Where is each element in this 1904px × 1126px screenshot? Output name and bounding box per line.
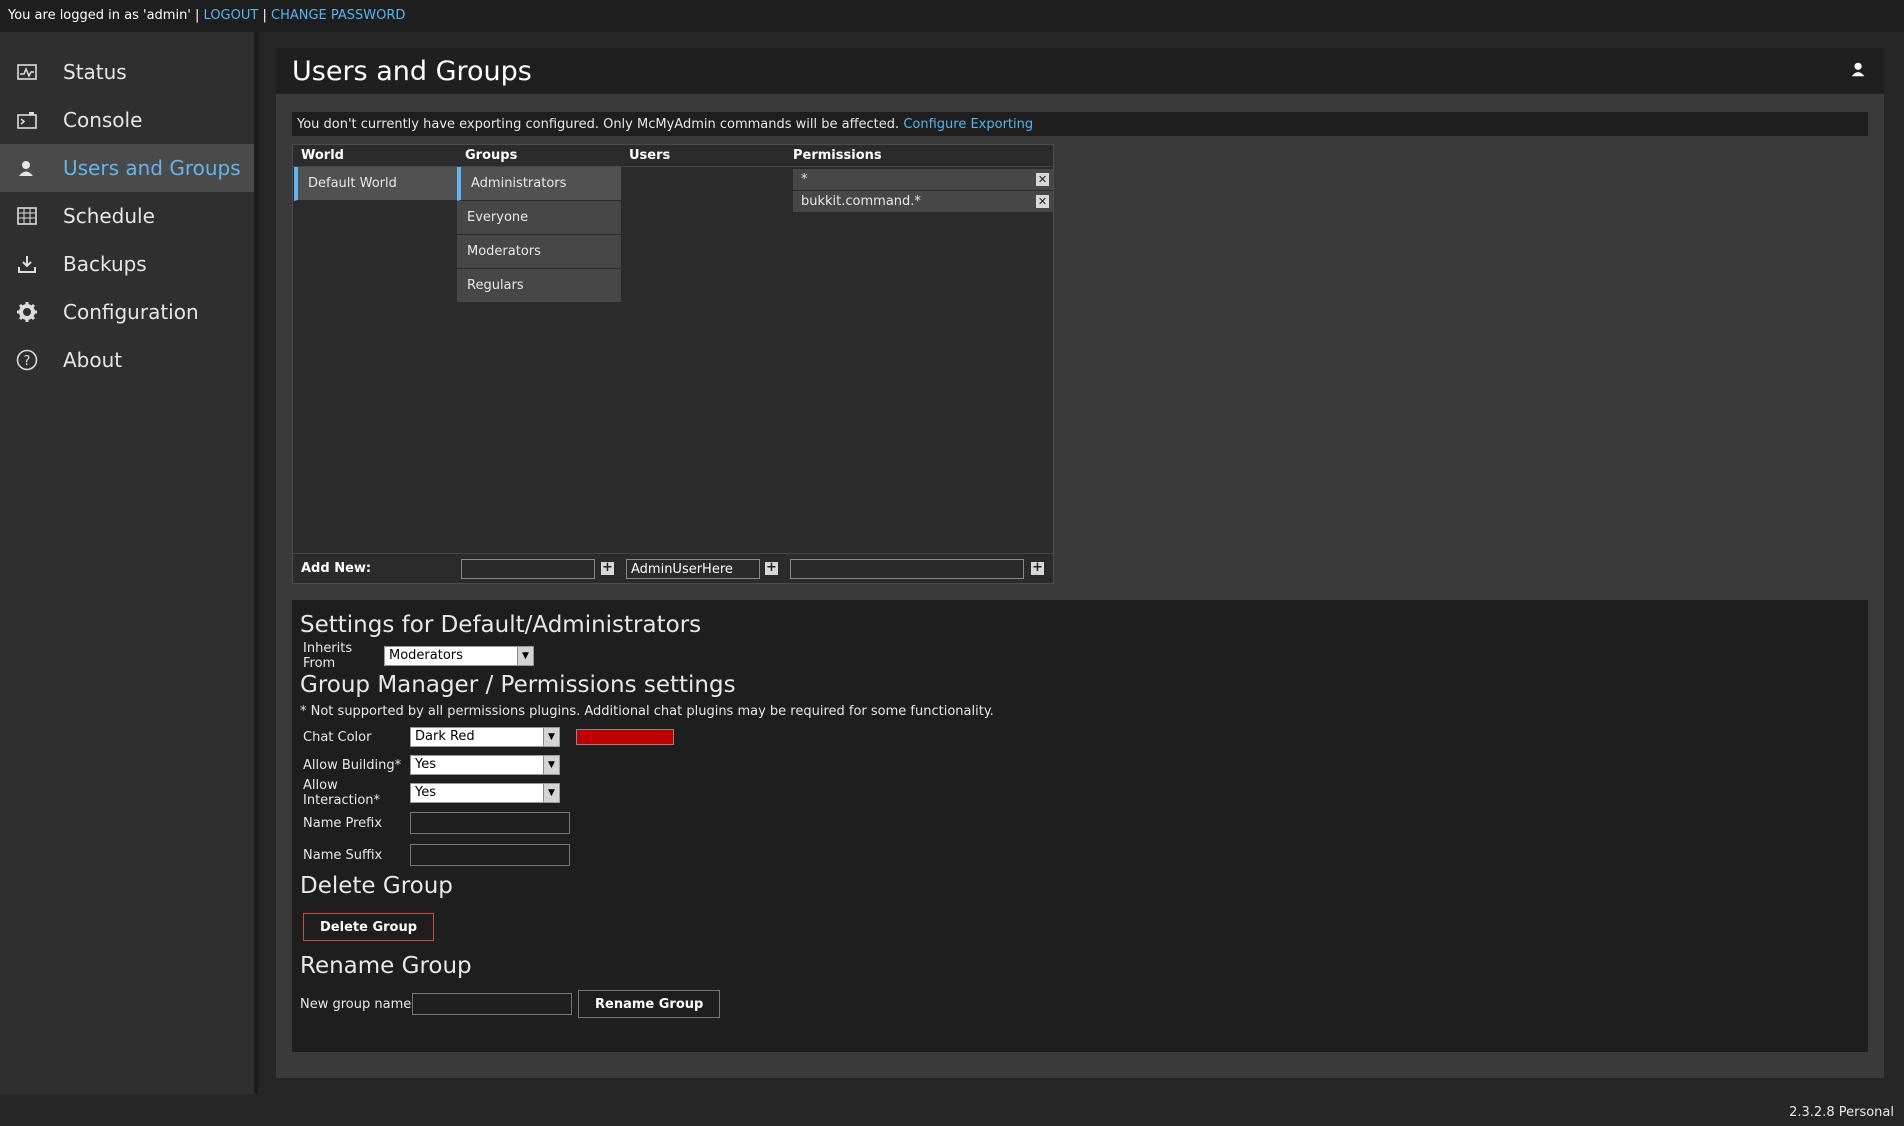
sidebar-item-label: Console [63, 108, 143, 132]
add-group-button[interactable]: + [601, 561, 614, 575]
gm-note: * Not supported by all permissions plugi… [300, 704, 994, 719]
sidebar-item-schedule[interactable]: Schedule [0, 192, 254, 240]
group-item-moderators[interactable]: Moderators [457, 235, 621, 269]
list-item-default-world[interactable]: Default World [294, 167, 457, 201]
rename-group-button[interactable]: Rename Group [578, 990, 721, 1018]
name-prefix-row: Name Prefix [300, 809, 1860, 837]
name-prefix-input[interactable] [410, 812, 570, 834]
inherits-select[interactable]: Moderators ▼ [384, 646, 534, 666]
sidebar-item-label: Status [63, 60, 127, 84]
sidebar-item-label: Users and Groups [63, 156, 241, 180]
configure-exporting-link[interactable]: Configure Exporting [903, 117, 1033, 132]
remove-permission-button[interactable]: ✕ [1036, 173, 1049, 186]
add-group-input[interactable] [461, 559, 595, 579]
sidebar-item-label: About [63, 348, 123, 372]
allow-interaction-label: Allow Interaction* [303, 778, 381, 808]
sidebar: Status Console Users and Groups Schedule… [0, 32, 258, 1094]
separator: | [262, 8, 267, 23]
sidebar-item-backups[interactable]: Backups [0, 240, 254, 288]
add-new-label: Add New: [301, 561, 372, 576]
add-permission-button[interactable]: + [1031, 561, 1044, 575]
name-prefix-label: Name Prefix [303, 815, 383, 831]
help-icon: ? [15, 348, 39, 372]
permission-item: * ✕ [793, 169, 1053, 190]
export-notice: You don't currently have exporting confi… [292, 112, 1868, 136]
allow-interaction-select[interactable]: Yes ▼ [410, 783, 560, 803]
users-icon [1850, 60, 1868, 82]
add-user-input[interactable] [626, 559, 760, 579]
sidebar-item-label: Backups [63, 252, 147, 276]
allow-building-row: Allow Building* Yes ▼ [300, 753, 1860, 777]
chevron-down-icon: ▼ [543, 756, 559, 774]
delete-group-title: Delete Group [300, 873, 453, 899]
allow-building-select[interactable]: Yes ▼ [410, 755, 560, 775]
allow-interaction-row: Allow Interaction* Yes ▼ [300, 778, 1860, 808]
backups-icon [15, 252, 39, 276]
chat-color-swatch [576, 729, 674, 745]
new-group-name-label: New group name [300, 996, 412, 1012]
inherits-label: Inherits From [303, 641, 353, 671]
page-title: Users and Groups [292, 55, 532, 87]
schedule-icon [15, 204, 39, 228]
sidebar-item-users-and-groups[interactable]: Users and Groups [0, 144, 254, 192]
add-permission-input[interactable] [790, 559, 1024, 579]
login-status: You are logged in as 'admin' | [8, 8, 200, 23]
new-group-name-input[interactable] [412, 993, 572, 1015]
inherits-row: Inherits From Moderators ▼ [300, 641, 1860, 671]
console-icon [15, 108, 39, 132]
users-groups-table: World Default World Groups Administrator… [292, 144, 1055, 584]
chevron-down-icon: ▼ [543, 728, 559, 746]
name-suffix-label: Name Suffix [303, 847, 383, 863]
name-suffix-row: Name Suffix [300, 841, 1860, 869]
groups-column: Groups Administrators Everyone Moderator… [457, 145, 621, 303]
chevron-down-icon: ▼ [543, 784, 559, 802]
top-bar: You are logged in as 'admin' | LOGOUT | … [0, 0, 1904, 32]
groups-header: Groups [457, 145, 621, 167]
users-header: Users [621, 145, 785, 167]
group-item-everyone[interactable]: Everyone [457, 201, 621, 235]
users-icon [15, 156, 39, 180]
chat-color-select[interactable]: Dark Red ▼ [410, 727, 560, 747]
group-item-administrators[interactable]: Administrators [457, 167, 621, 201]
chevron-down-icon: ▼ [517, 647, 533, 665]
group-settings-panel: Settings for Default/Administrators Inhe… [292, 600, 1868, 1052]
chat-color-label: Chat Color [303, 729, 372, 745]
permission-item: bukkit.command.* ✕ [793, 191, 1053, 212]
svg-text:?: ? [24, 354, 31, 369]
rename-group-title: Rename Group [300, 953, 472, 979]
sidebar-item-console[interactable]: Console [0, 96, 254, 144]
version-label: 2.3.2.8 Personal [1789, 1105, 1894, 1120]
change-password-link[interactable]: CHANGE PASSWORD [271, 8, 405, 23]
name-suffix-input[interactable] [410, 844, 570, 866]
remove-permission-button[interactable]: ✕ [1036, 195, 1049, 208]
sidebar-item-status[interactable]: Status [0, 48, 254, 96]
permissions-column: Permissions * ✕ bukkit.command.* ✕ [785, 145, 1055, 213]
main-header: Users and Groups [276, 48, 1884, 94]
notice-text: You don't currently have exporting confi… [297, 117, 900, 132]
chat-color-row: Chat Color Dark Red ▼ [300, 725, 1860, 749]
sidebar-item-label: Schedule [63, 204, 155, 228]
logout-link[interactable]: LOGOUT [204, 8, 259, 23]
world-header: World [293, 145, 457, 167]
permissions-header: Permissions [785, 145, 1055, 167]
world-column: World Default World [293, 145, 457, 201]
status-icon [15, 60, 39, 84]
main-panel: Users and Groups You don't currently hav… [276, 48, 1884, 1078]
sidebar-item-about[interactable]: ? About [0, 336, 254, 384]
sidebar-item-configuration[interactable]: Configuration [0, 288, 254, 336]
add-user-button[interactable]: + [765, 561, 778, 575]
sidebar-item-label: Configuration [63, 300, 199, 324]
users-column: Users [621, 145, 785, 167]
group-item-regulars[interactable]: Regulars [457, 269, 621, 303]
gear-icon [15, 300, 39, 324]
group-manager-title: Group Manager / Permissions settings [300, 672, 736, 698]
rename-row: New group name Rename Group [300, 989, 1860, 1019]
delete-group-button[interactable]: Delete Group [303, 913, 435, 941]
settings-title: Settings for Default/Administrators [300, 612, 702, 638]
allow-building-label: Allow Building* [303, 757, 402, 773]
add-new-row: Add New: + + + [293, 553, 1053, 583]
